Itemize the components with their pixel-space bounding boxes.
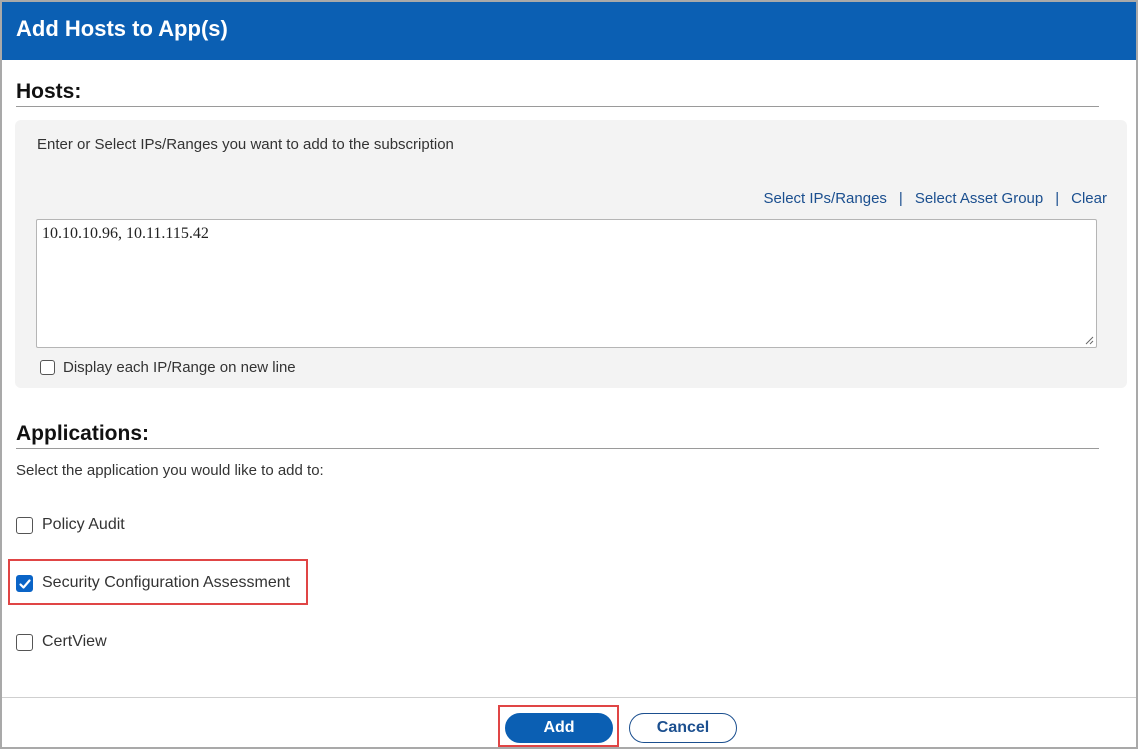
hosts-heading: Hosts: — [16, 80, 82, 103]
applications-instructions: Select the application you would like to… — [16, 462, 324, 479]
newline-checkbox-label: Display each IP/Range on new line — [63, 359, 296, 376]
policy-audit-label: Policy Audit — [42, 516, 125, 533]
select-asset-group-link[interactable]: Select Asset Group — [915, 190, 1043, 207]
hosts-link-bar: Select IPs/Ranges | Select Asset Group |… — [764, 190, 1107, 207]
dialog-title: Add Hosts to App(s) — [16, 16, 228, 41]
ip-ranges-value: 10.10.10.96, 10.11.115.42 — [42, 225, 209, 242]
select-ips-ranges-link[interactable]: Select IPs/Ranges — [764, 190, 887, 207]
clear-link[interactable]: Clear — [1071, 190, 1107, 207]
add-button[interactable]: Add — [505, 713, 613, 743]
ip-ranges-textarea[interactable]: 10.10.10.96, 10.11.115.42 — [36, 219, 1097, 348]
hosts-instructions: Enter or Select IPs/Ranges you want to a… — [37, 136, 454, 153]
certview-label: CertView — [42, 633, 107, 650]
applications-heading: Applications: — [16, 422, 150, 445]
link-separator: | — [1055, 190, 1060, 207]
hosts-divider — [16, 106, 1099, 107]
link-separator: | — [898, 190, 903, 207]
resize-grip-icon[interactable] — [1084, 335, 1094, 345]
sca-label: Security Configuration Assessment — [42, 574, 291, 591]
policy-audit-checkbox[interactable] — [16, 517, 33, 534]
certview-checkbox[interactable] — [16, 634, 33, 651]
footer-divider — [2, 697, 1136, 698]
sca-checkbox[interactable] — [16, 575, 33, 592]
check-icon — [18, 578, 31, 589]
applications-divider — [16, 448, 1099, 449]
add-hosts-dialog: Add Hosts to App(s) Hosts: Enter or Sele… — [0, 0, 1138, 749]
cancel-button[interactable]: Cancel — [629, 713, 737, 743]
hosts-panel: Enter or Select IPs/Ranges you want to a… — [15, 120, 1127, 388]
dialog-titlebar: Add Hosts to App(s) — [2, 2, 1136, 60]
newline-checkbox[interactable] — [40, 360, 55, 375]
